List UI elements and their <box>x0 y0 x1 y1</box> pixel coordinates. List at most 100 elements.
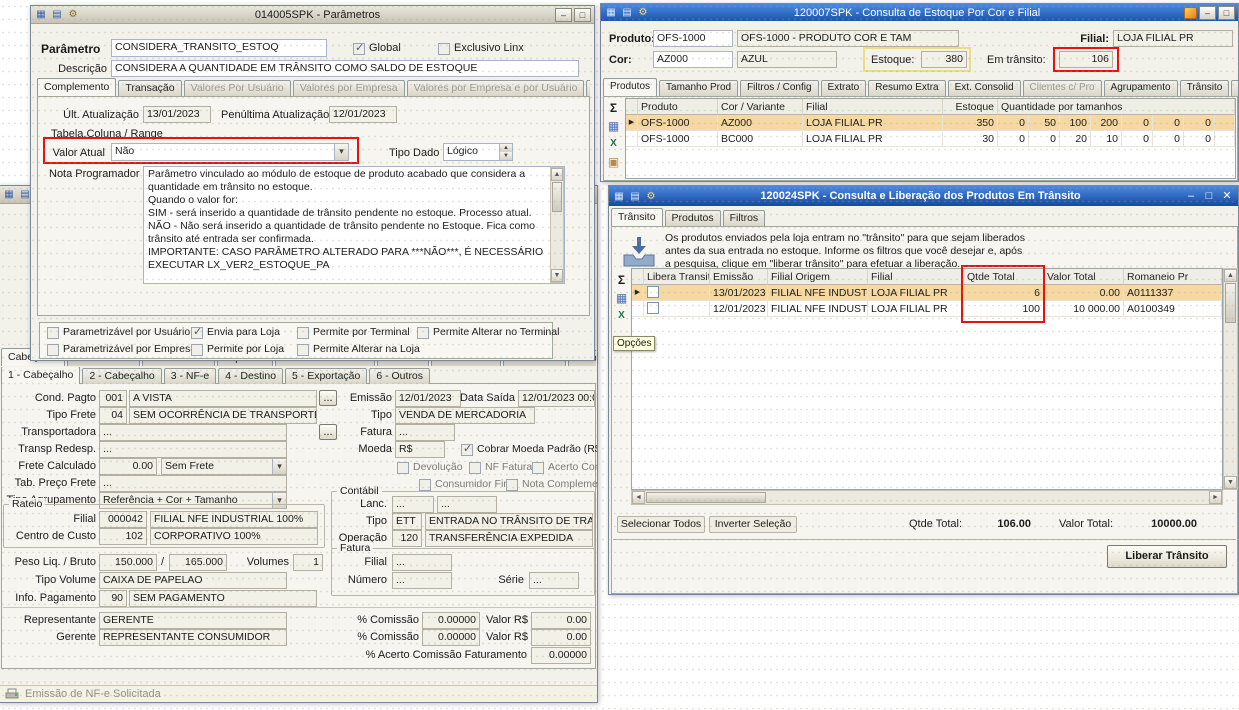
parametrizavel-empresa-checkbox[interactable]: Parametrizável por Empresa <box>47 343 196 356</box>
tipo-field[interactable]: VENDA DE MERCADORIA <box>395 407 535 424</box>
peso-liq-field[interactable]: 150.000 <box>99 554 157 571</box>
grid-icon[interactable]: ▦ <box>34 8 48 21</box>
volumes-field[interactable]: 1 <box>293 554 323 571</box>
numero-field[interactable]: ... <box>392 572 452 589</box>
subtab-2-cabecalho[interactable]: 2 - Cabeçalho <box>82 368 161 384</box>
columns-icon[interactable]: ▤ <box>628 190 642 203</box>
settings-icon[interactable]: ⚙ <box>66 8 80 21</box>
subtab-4-destino[interactable]: 4 - Destino <box>218 368 283 384</box>
maximize-button[interactable]: □ <box>1218 6 1235 20</box>
export-grid-icon[interactable]: ▦ <box>613 290 630 306</box>
inverter-selecao-button[interactable]: Inverter Seleção <box>709 516 797 533</box>
scroll-down-icon[interactable] <box>1224 476 1237 489</box>
tipo-dado-spinner[interactable]: Lógico <box>443 143 513 161</box>
permite-terminal-checkbox[interactable]: Permite por Terminal <box>297 326 410 339</box>
tab-localizacao[interactable]: Localização Fi <box>1231 80 1238 96</box>
transit-grid[interactable]: Libera Transito Emissão Filial Origem Fi… <box>631 268 1223 490</box>
tab-extrato[interactable]: Extrato <box>821 80 867 96</box>
tab-valores-empresa[interactable]: Valores por Empresa <box>293 80 405 96</box>
parametrizavel-usuario-checkbox[interactable]: Parametrizável por Usuário <box>47 326 190 339</box>
transp-redesp-field[interactable]: ... <box>99 441 287 458</box>
tab-preco-frete-field[interactable]: ... <box>99 475 287 492</box>
scroll-down-icon[interactable] <box>551 269 563 282</box>
memo-scrollbar[interactable] <box>550 167 564 283</box>
moeda-field[interactable]: R$ <box>395 441 445 458</box>
liberar-transito-button[interactable]: Liberar Trânsito <box>1107 545 1227 568</box>
col-quantidade-tamanhos[interactable]: Quantidade por tamanhos <box>998 99 1235 115</box>
rateio-filial-code-field[interactable]: 000042 <box>99 511 147 528</box>
nota-complementar-checkbox[interactable]: Nota Complementar <box>506 477 598 492</box>
frete-calculado-field[interactable]: 0.00 <box>99 458 157 475</box>
tab-agrupamento[interactable]: Agrupamento <box>1104 80 1178 96</box>
sum-icon[interactable]: Σ <box>613 272 630 288</box>
tab-valores-empresa-usuario[interactable]: Valores por Empresa e por Usuário <box>407 80 585 96</box>
tipo-frete-code-field[interactable]: 04 <box>99 407 127 424</box>
valor-rs-field-2[interactable]: 0.00 <box>531 629 591 646</box>
scroll-thumb[interactable] <box>646 492 766 503</box>
maximize-button[interactable]: □ <box>1201 189 1217 204</box>
permite-por-loja-checkbox[interactable]: Permite por Loja <box>191 343 284 356</box>
parametro-field[interactable]: CONSIDERA_TRANSITO_ESTOQ <box>111 39 327 57</box>
table-row[interactable]: ▶ 13/01/2023 FILIAL NFE INDUSTRIAL LOJA … <box>632 285 1222 301</box>
params-titlebar[interactable]: ▦ ▤ ⚙ 014005SPK - Parâmetros – □ <box>31 6 594 24</box>
fatura-field[interactable]: ... <box>395 424 455 441</box>
col-filial[interactable]: Filial <box>868 269 964 285</box>
tab-filtros-config[interactable]: Filtros / Config <box>740 80 818 96</box>
data-saida-field[interactable]: 12/01/2023 00:00:00 <box>518 390 595 407</box>
tab-produtos[interactable]: Produtos <box>665 210 721 226</box>
scroll-up-icon[interactable] <box>551 168 563 181</box>
settings-icon[interactable]: ⚙ <box>636 6 650 19</box>
serie-field[interactable]: ... <box>529 572 579 589</box>
tab-complemento[interactable]: Complemento <box>37 78 116 96</box>
lanc-field-1[interactable]: ... <box>392 496 434 513</box>
vertical-scrollbar[interactable] <box>1223 268 1238 490</box>
scroll-thumb[interactable] <box>552 182 562 212</box>
representante-field[interactable]: GERENTE <box>99 612 287 629</box>
scroll-up-icon[interactable] <box>1224 269 1237 282</box>
tab-filiais-retaguarda[interactable]: Filiais Retaguarda <box>586 80 590 96</box>
col-emissao[interactable]: Emissão <box>710 269 768 285</box>
minimize-button[interactable]: – <box>1183 189 1199 204</box>
columns-icon[interactable]: ▤ <box>50 8 64 21</box>
col-produto[interactable]: Produto <box>638 99 718 115</box>
tab-clientes-produto[interactable]: Clientes c/ Pro <box>1023 80 1102 96</box>
tab-valores-usuario[interactable]: Valores Por Usuário <box>184 80 291 96</box>
col-valor-total[interactable]: Valor Total <box>1044 269 1124 285</box>
tab-transito[interactable]: Trânsito <box>611 208 663 226</box>
nota-programador-memo[interactable]: Parâmetro vinculado ao módulo de estoque… <box>143 166 565 284</box>
col-estoque[interactable]: Estoque <box>943 99 998 115</box>
centro-custo-code-field[interactable]: 102 <box>99 528 147 545</box>
gerente-field[interactable]: REPRESENTANTE CONSUMIDOR <box>99 629 287 646</box>
fatura-filial-field[interactable]: ... <box>392 554 452 571</box>
valor-rs-field-1[interactable]: 0.00 <box>531 612 591 629</box>
subtab-1-cabecalho[interactable]: 1 - Cabeçalho <box>1 367 80 384</box>
transit-titlebar[interactable]: ▦ ▤ ⚙ 120024SPK - Consulta e Liberação d… <box>609 186 1238 206</box>
col-qtde-total[interactable]: Qtde Total <box>964 269 1044 285</box>
produto-code-field[interactable]: OFS-1000 <box>653 30 733 47</box>
col-filial-origem[interactable]: Filial Origem <box>768 269 868 285</box>
grid-icon[interactable]: ▦ <box>604 6 618 19</box>
col-cor-variante[interactable]: Cor / Variante <box>718 99 803 115</box>
grid-icon[interactable]: ▦ <box>612 190 626 203</box>
tipo-volume-field[interactable]: CAIXA DE PAPELAO <box>99 572 287 589</box>
col-libera-transito[interactable]: Libera Transito <box>644 269 710 285</box>
col-filial[interactable]: Filial <box>803 99 943 115</box>
sum-icon[interactable]: Σ <box>605 100 622 116</box>
stock-titlebar[interactable]: ▦ ▤ ⚙ 120007SPK - Consulta de Estoque Po… <box>601 4 1238 21</box>
cobrar-moeda-checkbox[interactable]: Cobrar Moeda Padrão (R$) <box>461 443 598 456</box>
acerto-comissao-field[interactable]: 0.00000 <box>531 647 591 664</box>
grid-icon[interactable]: ▦ <box>2 188 16 201</box>
table-row[interactable]: OFS-1000 BC000 LOJA FILIAL PR 30 0 0 20 … <box>626 131 1235 147</box>
stock-grid[interactable]: Produto Cor / Variante Filial Estoque Qu… <box>625 98 1236 179</box>
peso-bruto-field[interactable]: 165.000 <box>169 554 227 571</box>
tab-ext-consolid[interactable]: Ext. Consolid <box>948 80 1021 96</box>
horizontal-scrollbar[interactable] <box>631 490 1223 505</box>
permite-alterar-loja-checkbox[interactable]: Permite Alterar na Loja <box>297 343 420 356</box>
tab-resumo-extra[interactable]: Resumo Extra <box>868 80 945 96</box>
devolucao-checkbox[interactable]: Devolução <box>397 460 463 475</box>
cor-code-field[interactable]: AZ000 <box>653 51 733 68</box>
transportadora-field[interactable]: ... <box>99 424 287 441</box>
libera-checkbox[interactable] <box>647 286 659 298</box>
scroll-right-icon[interactable] <box>1209 491 1222 504</box>
tab-transacao[interactable]: Transação <box>118 80 181 96</box>
